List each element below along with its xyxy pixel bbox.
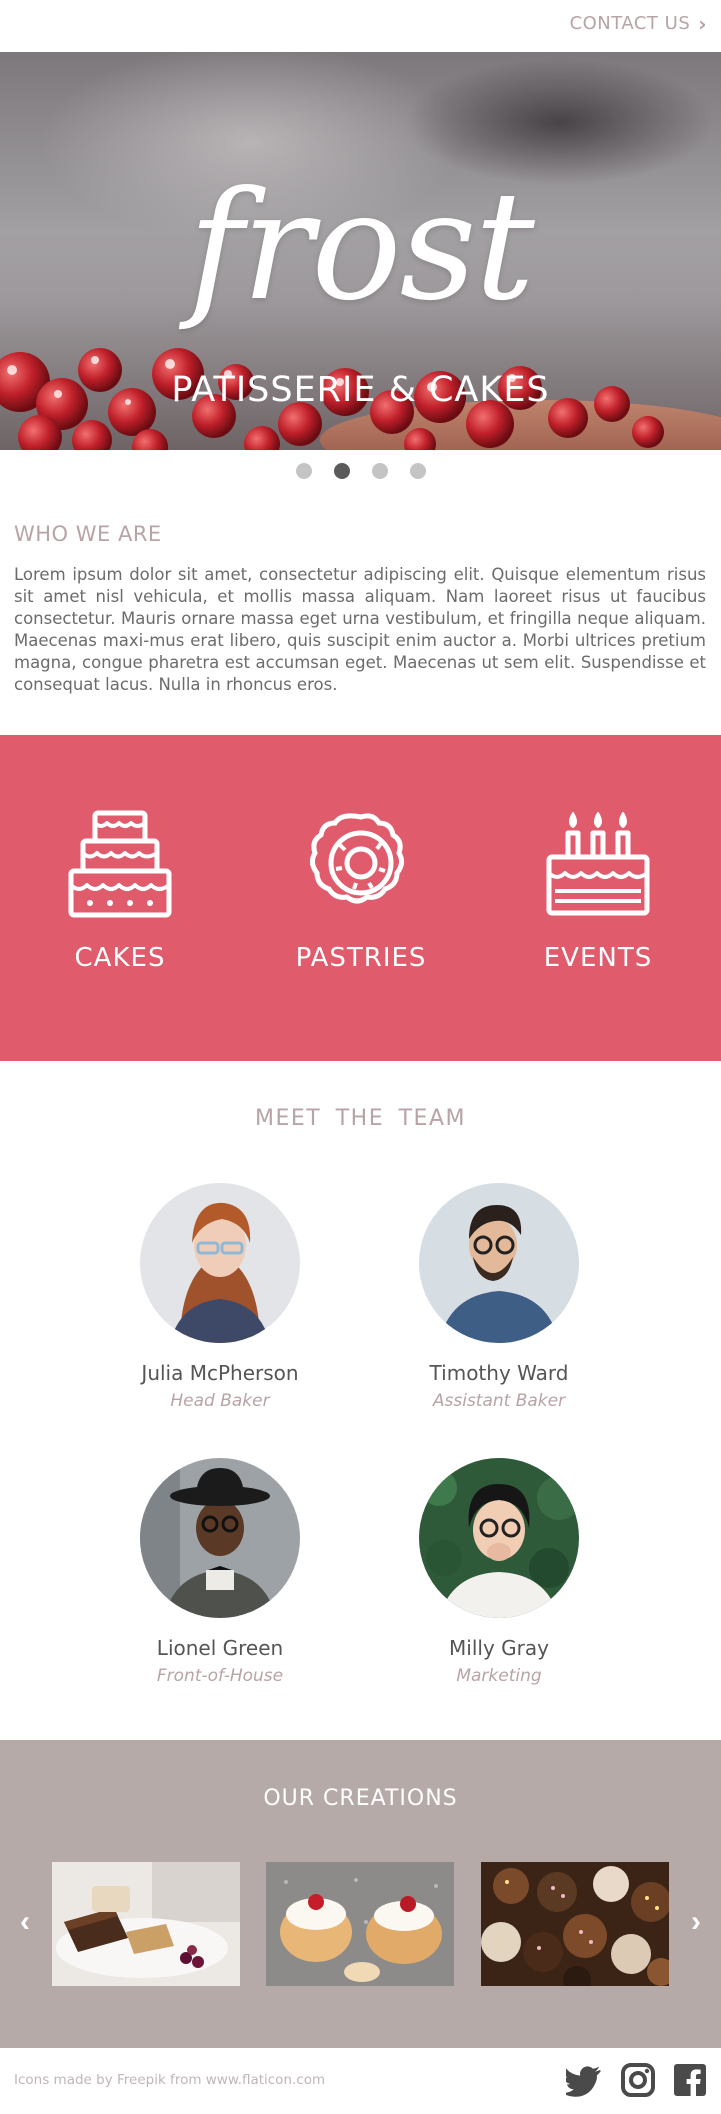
team-heading: MEET THE TEAM	[255, 1106, 466, 1131]
team-member: Julia McPherson Head Baker	[100, 1183, 340, 1411]
services-section: CAKES PASTRIES EVENTS	[0, 735, 721, 1061]
creations-section: OUR CREATIONS ‹ ›	[0, 1740, 721, 2048]
member-role: Marketing	[456, 1666, 542, 1686]
member-role: Head Baker	[170, 1391, 270, 1411]
donut-icon	[309, 813, 405, 904]
icon-credit: Icons made by Freepik from www.flaticon.…	[14, 2072, 326, 2088]
avatar	[140, 1183, 300, 1343]
service-pastries[interactable]: PASTRIES	[261, 805, 461, 973]
avatar	[419, 1458, 579, 1618]
hero-banner: frost PATISSERIE & CAKES	[0, 52, 721, 450]
carousel-dot-1[interactable]	[295, 463, 312, 479]
facebook-icon[interactable]	[672, 2062, 708, 2098]
creations-heading: OUR CREATIONS	[263, 1786, 458, 1811]
team-member: Lionel Green Front-of-House	[100, 1458, 340, 1686]
service-cakes[interactable]: CAKES	[20, 805, 220, 973]
brand-logo: frost	[188, 160, 535, 334]
avatar	[140, 1458, 300, 1618]
team-member: Milly Gray Marketing	[379, 1458, 619, 1686]
contact-us-link[interactable]: CONTACT US ›	[570, 13, 707, 34]
carousel-dot-2[interactable]	[333, 463, 350, 479]
chevron-right-icon[interactable]: ›	[691, 1905, 701, 1939]
instagram-icon[interactable]	[620, 2062, 656, 2098]
chevron-left-icon[interactable]: ‹	[20, 1905, 30, 1939]
creation-photo[interactable]	[266, 1862, 454, 1986]
cake-icon	[68, 810, 172, 918]
creation-photo[interactable]	[52, 1862, 240, 1986]
member-role: Front-of-House	[156, 1666, 284, 1686]
footer: Icons made by Freepik from www.flaticon.…	[0, 2048, 721, 2114]
twitter-icon[interactable]	[561, 2062, 602, 2098]
chevron-right-icon: ›	[698, 11, 707, 36]
creation-photo[interactable]	[481, 1862, 669, 1986]
about-heading: WHO WE ARE	[14, 522, 162, 546]
hero-tagline: PATISSERIE & CAKES	[171, 370, 550, 410]
member-name: Timothy Ward	[429, 1361, 569, 1385]
top-bar: CONTACT US ›	[0, 0, 721, 52]
contact-us-label: CONTACT US	[569, 13, 691, 34]
member-name: Julia McPherson	[141, 1361, 299, 1385]
service-events[interactable]: EVENTS	[498, 805, 698, 973]
service-label: EVENTS	[543, 943, 653, 973]
birthday-cake-icon	[546, 812, 650, 916]
carousel-indicators	[0, 463, 721, 479]
member-name: Milly Gray	[449, 1636, 549, 1660]
service-label: PASTRIES	[295, 943, 427, 973]
carousel-dot-3[interactable]	[371, 463, 388, 479]
about-text: Lorem ipsum dolor sit amet, consectetur …	[14, 565, 706, 694]
member-role: Assistant Baker	[432, 1391, 566, 1411]
service-label: CAKES	[74, 943, 166, 973]
carousel-dot-4[interactable]	[409, 463, 426, 479]
member-name: Lionel Green	[156, 1636, 284, 1660]
avatar	[419, 1183, 579, 1343]
team-member: Timothy Ward Assistant Baker	[379, 1183, 619, 1411]
